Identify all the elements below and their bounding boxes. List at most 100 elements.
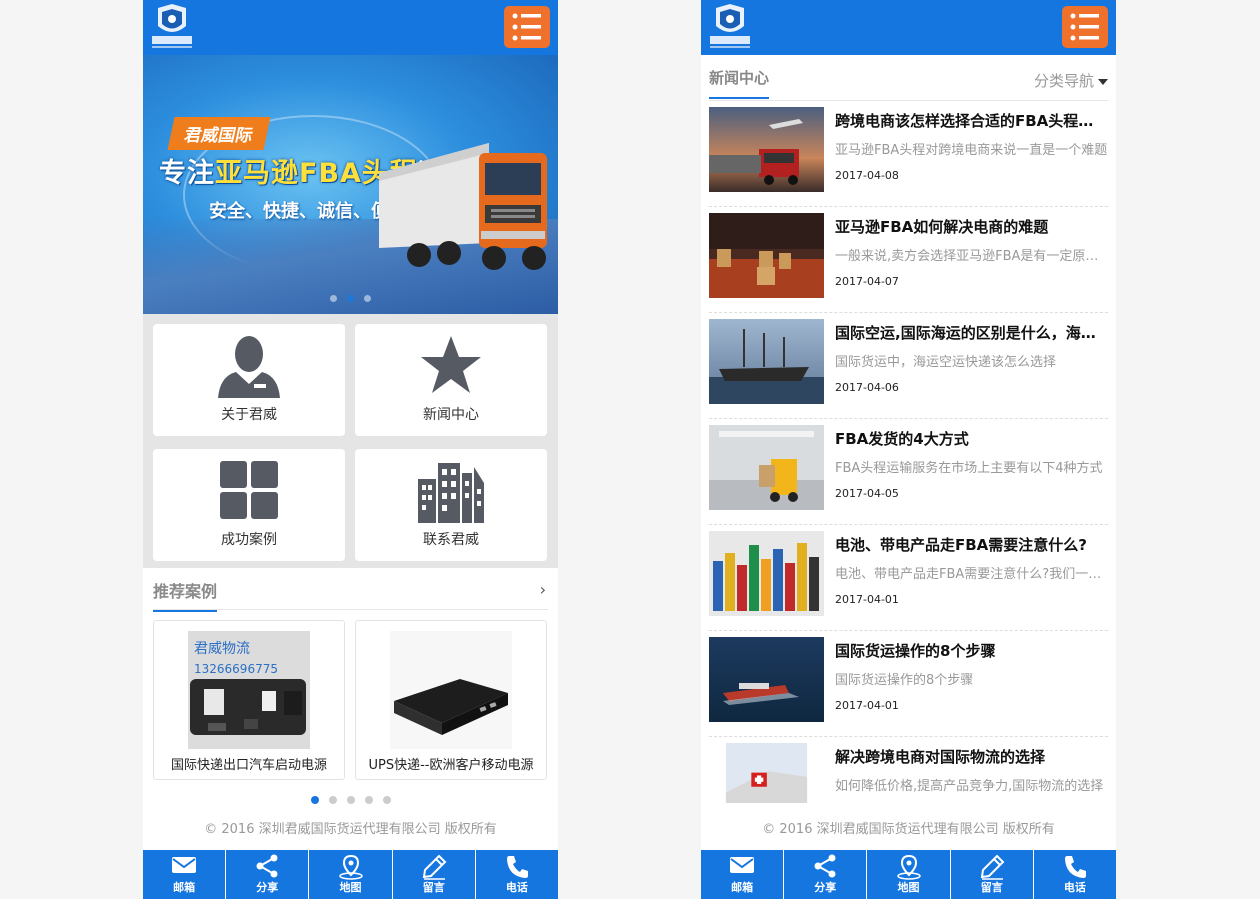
tile-news[interactable]: 新闻中心 <box>355 324 547 436</box>
phone-button[interactable]: 电话 <box>1034 850 1116 899</box>
map-pin-icon <box>896 854 921 880</box>
share-button[interactable]: 分享 <box>226 850 310 899</box>
news-thumbnail <box>709 319 824 404</box>
chevron-right-icon[interactable]: › <box>540 580 546 599</box>
copyright: © 2016 深圳君威国际货运代理有限公司 版权所有 <box>204 822 497 837</box>
news-desc: 国际货运操作的8个步骤 <box>835 673 974 688</box>
phone-button[interactable]: 电话 <box>476 850 558 899</box>
news-thumbnail <box>725 743 808 803</box>
pager-dot[interactable] <box>382 796 391 804</box>
carousel-dot[interactable] <box>347 295 354 302</box>
news-date: 2017-04-06 <box>835 381 899 394</box>
tile-label: 联系君威 <box>423 532 479 548</box>
share-icon <box>814 854 836 878</box>
mail-icon <box>730 857 755 873</box>
menu-button[interactable] <box>504 6 550 48</box>
menu-icon <box>512 13 541 41</box>
case-card[interactable]: UPS快递--欧洲客户移动电源 <box>355 620 547 780</box>
footer-label: 留言 <box>422 881 445 894</box>
case-image-text: 君威物流 <box>194 641 250 657</box>
truck-image <box>379 143 547 270</box>
pager-dot[interactable] <box>310 796 319 804</box>
news-item[interactable]: 国际货运操作的8个步骤 国际货运操作的8个步骤 2017-04-01 <box>709 631 1108 737</box>
news-item[interactable]: 亚马逊FBA如何解决电商的难题 一般来说,卖方会选择亚马逊FBA是有一定原因的 … <box>709 207 1108 313</box>
logo[interactable] <box>708 4 752 50</box>
section-title: 推荐案例 <box>153 578 218 612</box>
news-title: FBA发货的4大方式 <box>835 430 969 448</box>
grid-icon <box>220 461 278 519</box>
carousel-dot[interactable] <box>364 295 371 302</box>
footer-label: 电话 <box>1063 881 1086 894</box>
news-date: 2017-04-08 <box>835 169 899 182</box>
message-button[interactable]: 留言 <box>951 850 1034 899</box>
star-icon <box>421 336 481 393</box>
mail-icon <box>172 857 197 873</box>
news-item[interactable]: 电池、带电产品走FBA需要注意什么? 电池、带电产品走FBA需要注意什么?我们一… <box>709 525 1108 631</box>
case-card[interactable]: 君威物流 13266696775 国际快递出口汽车启动电源 <box>153 620 345 780</box>
map-pin-icon <box>338 854 363 880</box>
news-date: 2017-04-07 <box>835 275 899 288</box>
pager-dot[interactable] <box>346 796 355 804</box>
category-nav-dropdown[interactable]: 分类导航 <box>1034 70 1108 91</box>
cases-section-header: 推荐案例 › <box>153 568 548 612</box>
pencil-icon <box>980 854 1005 880</box>
pencil-icon <box>422 854 447 880</box>
news-date: 2017-04-01 <box>835 699 899 712</box>
news-header: 新闻中心 分类导航 <box>709 55 1108 101</box>
news-title: 解决跨境电商对国际物流的选择 <box>835 748 1046 766</box>
person-icon <box>218 336 280 398</box>
news-thumbnail <box>709 107 824 192</box>
email-button[interactable]: 邮箱 <box>701 850 785 899</box>
news-desc: 如何降低价格,提高产品竞争力,国际物流的选择 <box>835 779 1104 794</box>
news-item[interactable]: 解决跨境电商对国际物流的选择 如何降低价格,提高产品竞争力,国际物流的选择 <box>709 737 1108 807</box>
case-image: 君威物流 13266696775 <box>188 631 310 749</box>
case-image <box>390 631 512 749</box>
pager-dot[interactable] <box>364 796 373 804</box>
cases-carousel: 君威物流 13266696775 国际快递出口汽车启动电源 UPS快递--欧洲客… <box>143 610 558 780</box>
banner-tag: 君威国际 <box>167 117 271 150</box>
menu-icon <box>1070 13 1099 41</box>
news-desc: 亚马逊FBA头程对跨境电商来说一直是一个难题 <box>835 143 1108 158</box>
carousel-dot[interactable] <box>330 295 337 302</box>
share-icon <box>256 854 278 878</box>
bottom-toolbar: 邮箱 分享 地图 留言 电话 <box>701 850 1116 899</box>
map-button[interactable]: 地图 <box>867 850 951 899</box>
cases-pager <box>143 789 558 804</box>
news-desc: 一般来说,卖方会选择亚马逊FBA是有一定原因的 <box>835 249 1108 264</box>
news-thumbnail <box>709 213 824 298</box>
logo[interactable] <box>150 4 194 50</box>
tile-contact[interactable]: 联系君威 <box>355 449 547 561</box>
news-item[interactable]: 国际空运,国际海运的区别是什么，海运空运 国际货运中，海运空运快递该怎么选择 2… <box>709 313 1108 419</box>
news-thumbnail <box>709 425 824 510</box>
footer-label: 分享 <box>256 881 279 894</box>
footer-label: 邮箱 <box>731 881 754 894</box>
banner-carousel[interactable]: 君威国际 专注亚马逊FBA头程运输 安全、快捷、诚信、便利 <box>143 55 558 314</box>
map-button[interactable]: 地图 <box>309 850 393 899</box>
tile-about[interactable]: 关于君威 <box>153 324 345 436</box>
footer-label: 邮箱 <box>173 881 196 894</box>
news-title: 国际空运,国际海运的区别是什么，海运空运 <box>835 324 1108 342</box>
tile-label: 新闻中心 <box>423 407 479 423</box>
news-desc: 电池、带电产品走FBA需要注意什么?我们一起来看看 <box>835 567 1108 582</box>
message-button[interactable]: 留言 <box>393 850 476 899</box>
share-button[interactable]: 分享 <box>784 850 868 899</box>
nav-grid: 关于君威 新闻中心 成功案例 联系君威 <box>143 314 558 568</box>
banner-slogan: 安全、快捷、诚信、便利 <box>209 201 407 222</box>
pager-dot[interactable] <box>328 796 337 804</box>
top-header <box>143 0 558 55</box>
bottom-toolbar: 邮箱 分享 地图 留言 电话 <box>143 850 558 899</box>
news-title: 跨境电商该怎样选择合适的FBA头程运输 <box>835 112 1108 130</box>
category-nav-label: 分类导航 <box>1033 72 1094 90</box>
news-thumbnail <box>709 637 824 722</box>
tile-label: 关于君威 <box>221 407 277 423</box>
email-button[interactable]: 邮箱 <box>143 850 227 899</box>
tile-cases[interactable]: 成功案例 <box>153 449 345 561</box>
case-image-phone: 13266696775 <box>194 662 278 676</box>
news-list: 跨境电商该怎样选择合适的FBA头程运输 亚马逊FBA头程对跨境电商来说一直是一个… <box>701 101 1116 807</box>
news-item[interactable]: FBA发货的4大方式 FBA头程运输服务在市场上主要有以下4种方式 2017-0… <box>709 419 1108 525</box>
news-date: 2017-04-01 <box>835 593 899 606</box>
news-item[interactable]: 跨境电商该怎样选择合适的FBA头程运输 亚马逊FBA头程对跨境电商来说一直是一个… <box>709 101 1108 207</box>
news-title: 亚马逊FBA如何解决电商的难题 <box>835 218 1049 236</box>
footer-label: 电话 <box>505 881 528 894</box>
menu-button[interactable] <box>1062 6 1108 48</box>
